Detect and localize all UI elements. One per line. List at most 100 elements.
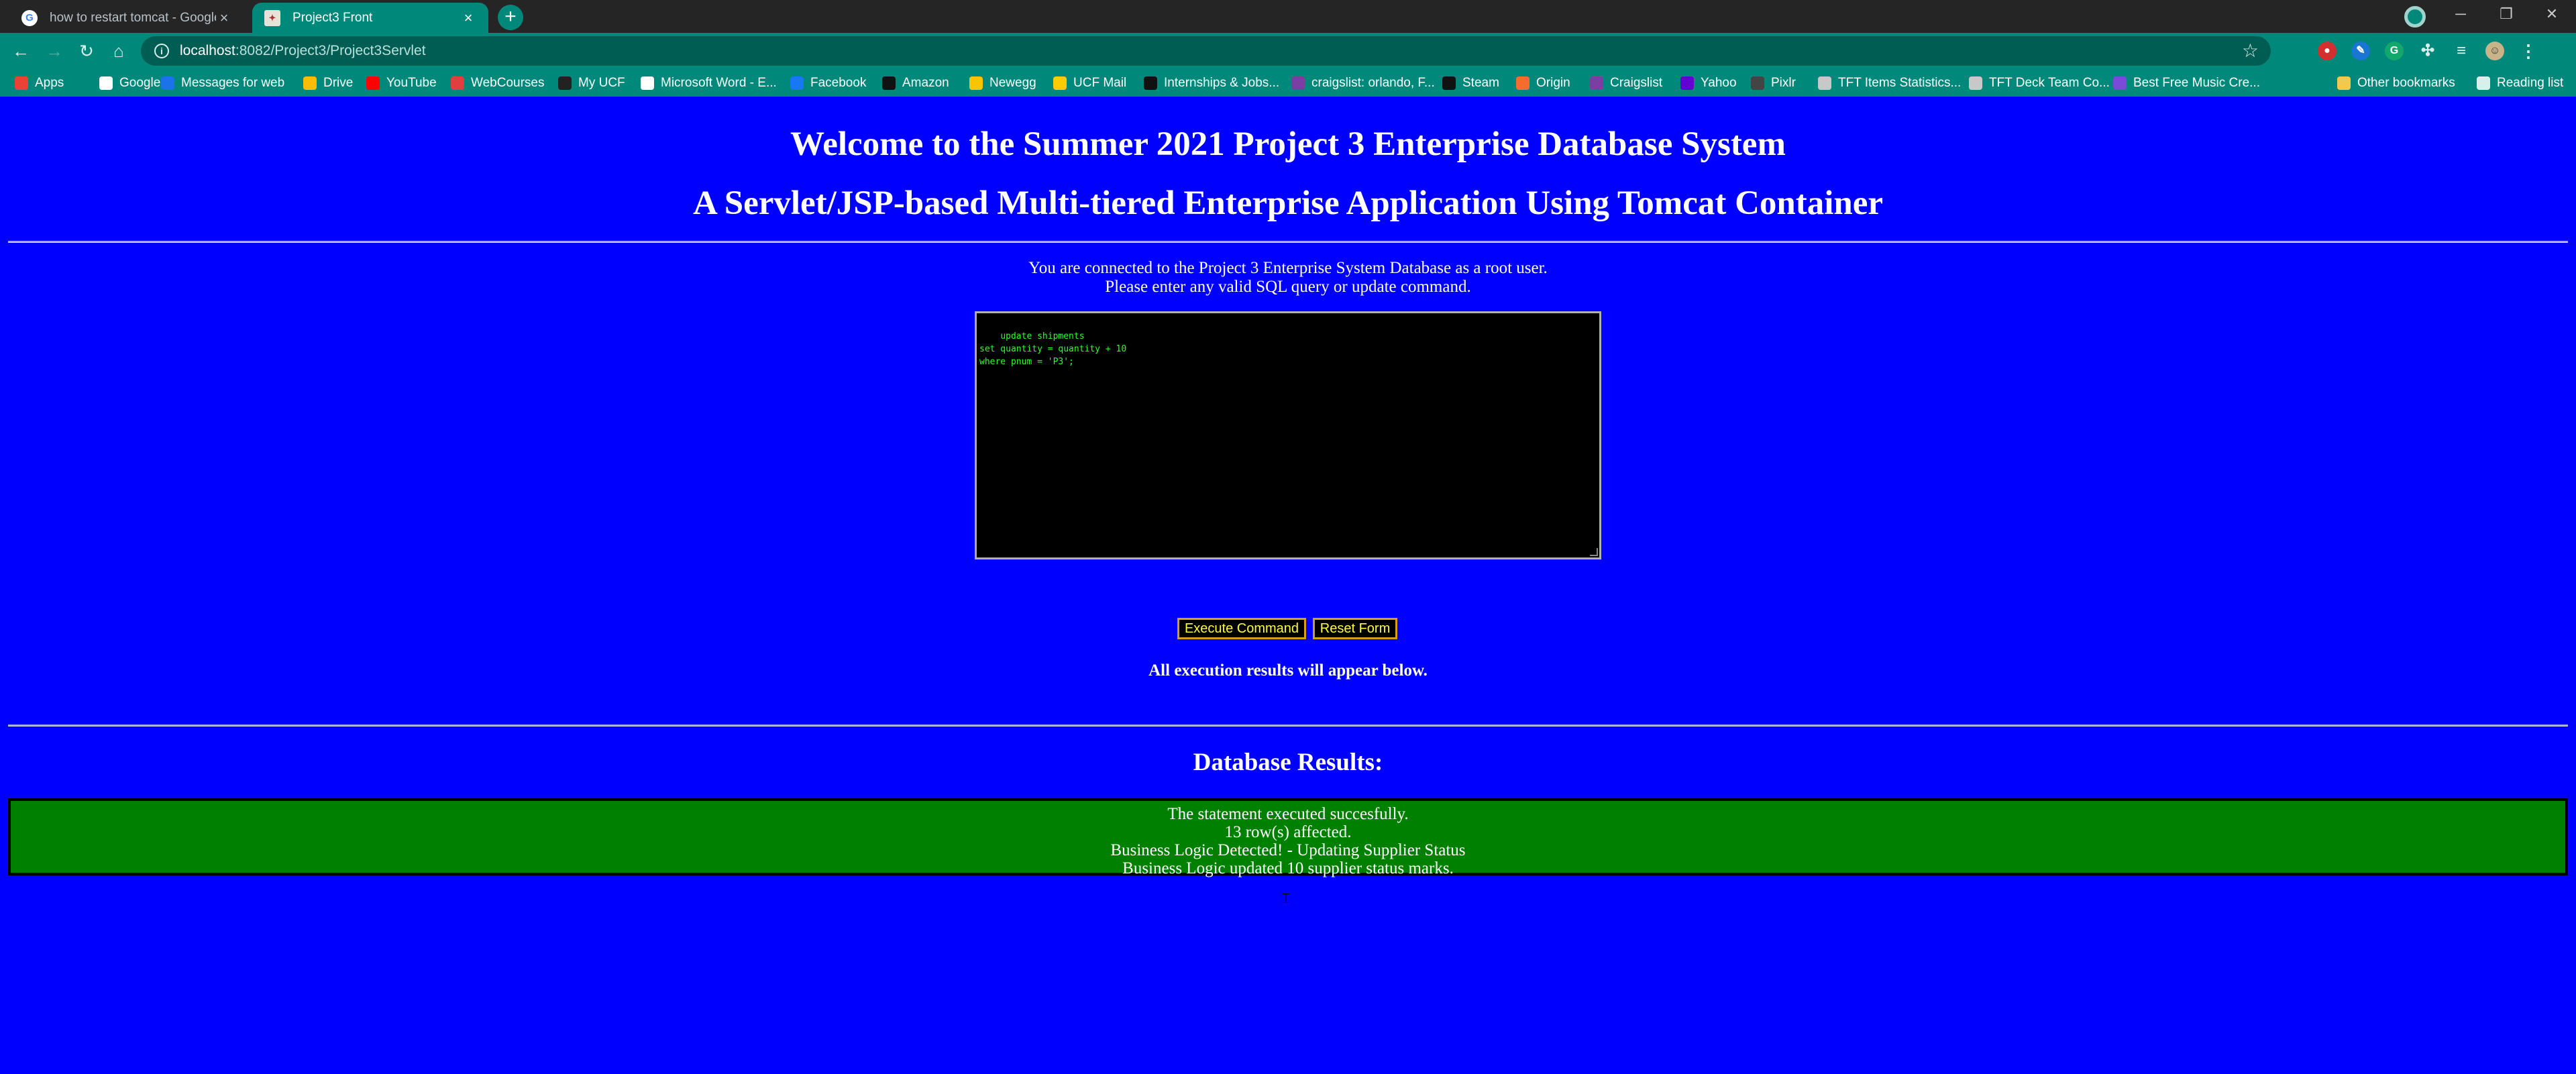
bookmark-label: WebCourses	[471, 76, 545, 90]
extension-red-icon[interactable]: ●	[2318, 42, 2337, 60]
bookmark-label: TFT Items Statistics...	[1838, 76, 1962, 90]
bookmark-item[interactable]: Internships & Jobs...	[1144, 74, 1279, 92]
result-status: The statement executed succesfully.	[1167, 805, 1409, 823]
steam-icon	[1442, 76, 1456, 90]
bookmark-item[interactable]: Steam	[1442, 74, 1499, 92]
youtube-icon	[366, 76, 380, 90]
result-business-logic: Business Logic Detected! - Updating Supp…	[1110, 841, 1466, 859]
bookmark-item[interactable]: Facebook	[790, 74, 866, 92]
bookmark-item[interactable]: Microsoft Word - E...	[641, 74, 777, 92]
new-tab-button[interactable]: +	[498, 5, 523, 30]
back-arrow-icon[interactable]: ←	[8, 38, 34, 64]
close-tab-icon[interactable]: ×	[216, 9, 232, 27]
reset-form-button[interactable]: Reset Form	[1313, 618, 1397, 639]
bookmark-item[interactable]: Messages for web	[161, 74, 284, 92]
url-text[interactable]: localhost:8082/Project3/Project3Servlet	[180, 43, 426, 59]
page-title: Welcome to the Summer 2021 Project 3 Ent…	[790, 125, 1786, 163]
bookmark-label: Google	[119, 76, 161, 90]
bookmark-label: YouTube	[386, 76, 437, 90]
bookmark-item[interactable]: UCF Mail	[1053, 74, 1126, 92]
bookmark-item[interactable]: Other bookmarks	[2337, 74, 2455, 92]
bookmark-item[interactable]: craigslist: orlando, F...	[1291, 74, 1435, 92]
bookmark-label: Best Free Music Cre...	[2133, 76, 2260, 90]
bookmark-label: Origin	[1536, 76, 1570, 90]
tab-title: Project3 Front	[292, 10, 373, 25]
site-info-icon[interactable]: i	[154, 44, 169, 58]
connection-info: You are connected to the Project 3 Enter…	[1028, 259, 1548, 277]
google-icon: G	[21, 9, 38, 26]
bookmark-item[interactable]: Origin	[1516, 74, 1570, 92]
tab-project3-front[interactable]: ✦ Project3 Front ×	[252, 3, 488, 33]
resize-handle-icon[interactable]	[1590, 548, 1598, 556]
yahoo-icon	[1680, 76, 1694, 90]
bookmark-item[interactable]: Pixlr	[1751, 74, 1796, 92]
divider	[8, 724, 2568, 727]
page-content: Welcome to the Summer 2021 Project 3 Ent…	[0, 97, 2576, 1074]
restore-window-icon[interactable]: ❐	[2483, 0, 2529, 30]
tab-strip: G how to restart tomcat - Google S × ✦ P…	[0, 0, 2576, 33]
bookmark-label: craigslist: orlando, F...	[1311, 76, 1435, 90]
result-supplier-update: Business Logic updated 10 supplier statu…	[1122, 859, 1454, 877]
bookmark-label: Pixlr	[1771, 76, 1796, 90]
bookmark-item[interactable]: My UCF	[558, 74, 625, 92]
craigslist-icon	[1291, 76, 1305, 90]
bookmark-item[interactable]: Newegg	[969, 74, 1036, 92]
sql-command-textarea[interactable]: update shipments set quantity = quantity…	[975, 311, 1601, 559]
messages-icon	[161, 76, 174, 90]
newegg-icon	[969, 76, 983, 90]
bookmark-label: TFT Deck Team Co...	[1989, 76, 2110, 90]
address-bar[interactable]: i localhost:8082/Project3/Project3Servle…	[141, 36, 2271, 66]
extensions-puzzle-icon[interactable]: ✣	[2418, 42, 2437, 60]
home-icon[interactable]: ⌂	[106, 38, 131, 64]
execute-command-button[interactable]: Execute Command	[1177, 618, 1306, 639]
bookmark-label: Drive	[323, 76, 354, 90]
reading-queue-icon[interactable]: ≡	[2452, 42, 2471, 60]
browser-menu-icon[interactable]: ⋮	[2519, 42, 2538, 60]
tab-google-search[interactable]: G how to restart tomcat - Google S ×	[9, 3, 244, 33]
bookmark-item[interactable]: YouTube	[366, 74, 437, 92]
bookmark-label: Yahoo	[1701, 76, 1737, 90]
profile-sync-icon[interactable]	[2404, 6, 2426, 28]
bookmark-item[interactable]: TFT Deck Team Co...	[1969, 74, 2110, 92]
drive-icon	[303, 76, 317, 90]
browser-toolbar: ← → ↻ ⌂ i localhost:8082/Project3/Projec…	[0, 33, 2576, 69]
profile-avatar[interactable]: ☺	[2485, 42, 2504, 60]
bookmark-label: My UCF	[578, 76, 625, 90]
bookmark-label: Newegg	[989, 76, 1036, 90]
bookmark-label: Facebook	[810, 76, 867, 90]
bookmark-item[interactable]: Reading list	[2477, 74, 2563, 92]
minimize-window-icon[interactable]: ─	[2438, 0, 2483, 30]
page-subtitle: A Servlet/JSP-based Multi-tiered Enterpr…	[692, 184, 1884, 222]
handshake-icon	[1144, 76, 1157, 90]
bookmark-label: Apps	[35, 76, 64, 90]
bookmark-star-icon[interactable]: ☆	[2242, 40, 2259, 62]
bookmark-item[interactable]: Craigslist	[1590, 74, 1662, 92]
amazon-icon	[882, 76, 896, 90]
bookmark-item[interactable]: Best Free Music Cre...	[2113, 74, 2260, 92]
tomcat-icon: ✦	[264, 9, 280, 26]
bookmark-label: Craigslist	[1610, 76, 1663, 90]
bookmark-label: Internships & Jobs...	[1164, 76, 1280, 90]
pixlr-icon	[1751, 76, 1764, 90]
grammarly-icon[interactable]: G	[2385, 42, 2404, 60]
forward-arrow-icon[interactable]: →	[42, 38, 67, 64]
close-tab-icon[interactable]: ×	[460, 9, 476, 27]
bookmark-item[interactable]: TFT Items Statistics...	[1818, 74, 1961, 92]
extension-pin-icon[interactable]: ✎	[2351, 42, 2370, 60]
webcourses-icon	[451, 76, 464, 90]
reload-icon[interactable]: ↻	[74, 38, 99, 64]
bookmarks-bar: Apps Google Messages for web Drive YouTube We…	[0, 69, 2576, 97]
divider	[8, 241, 2568, 243]
bookmark-item[interactable]: Drive	[303, 74, 353, 92]
reading-list-icon	[2477, 76, 2490, 90]
bookmark-item[interactable]: Google	[99, 74, 160, 92]
bookmark-item[interactable]: Amazon	[882, 74, 949, 92]
bookmark-item[interactable]: Yahoo	[1680, 74, 1737, 92]
close-window-icon[interactable]: ✕	[2529, 0, 2575, 30]
bookmark-label: Other bookmarks	[2357, 76, 2455, 90]
bookmark-item[interactable]: WebCourses	[451, 74, 544, 92]
document-icon	[641, 76, 654, 90]
text-cursor-icon: ⌶	[1282, 890, 1290, 906]
tab-title: how to restart tomcat - Google S	[50, 10, 216, 25]
bookmark-item[interactable]: Apps	[15, 74, 64, 92]
